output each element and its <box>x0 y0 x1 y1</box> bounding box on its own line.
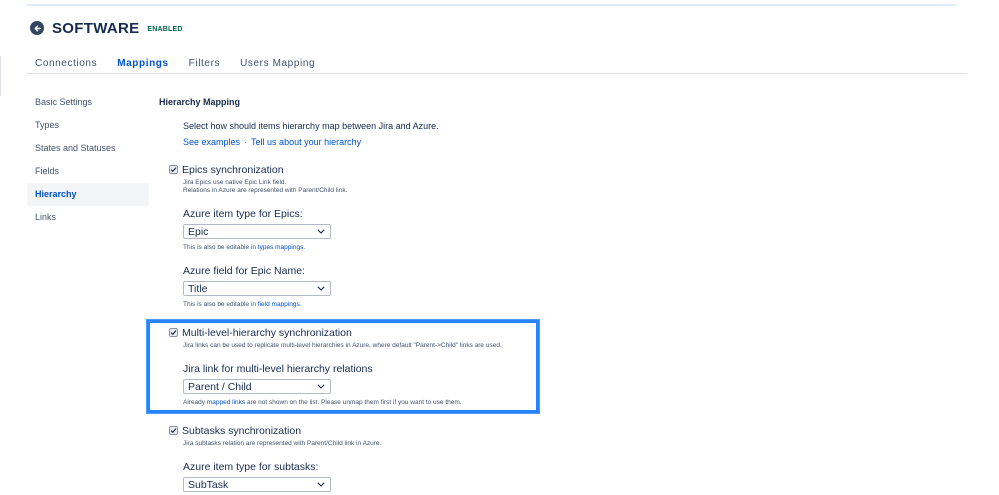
multilevel-link-note: Already mapped links are not shown on th… <box>183 399 462 407</box>
epic-name-field-select[interactable]: Title <box>183 281 331 296</box>
tab-filters[interactable]: Filters <box>181 58 228 73</box>
subtasks-item-type-label: Azure item type for subtasks: <box>183 461 319 473</box>
back-button[interactable] <box>30 21 44 35</box>
subtasks-sync-title: Subtasks synchronization <box>182 425 302 437</box>
see-examples-link[interactable]: See examples <box>183 137 240 147</box>
sidebar: Basic Settings Types States and Statuses… <box>27 91 149 229</box>
chevron-down-icon <box>317 229 325 234</box>
subtasks-item-type-select[interactable]: SubTask <box>183 477 331 492</box>
sidebar-item-states-and-statuses[interactable]: States and Statuses <box>27 137 149 160</box>
epic-name-field-value: Title <box>188 282 208 295</box>
chevron-down-icon <box>317 286 325 291</box>
epic-name-field-label: Azure field for Epic Name: <box>183 265 305 277</box>
chevron-down-icon <box>317 482 325 487</box>
sidebar-item-hierarchy[interactable]: Hierarchy <box>27 183 149 206</box>
intro-text: Select how should items hierarchy map be… <box>183 121 439 131</box>
epics-item-type-note: This is also be editable in types mappin… <box>183 244 305 252</box>
types-mappings-link[interactable]: types mappings. <box>258 244 305 251</box>
tab-users-mapping[interactable]: Users Mapping <box>232 58 323 73</box>
sidebar-item-fields[interactable]: Fields <box>27 160 149 183</box>
epics-item-type-value: Epic <box>188 225 209 238</box>
note-text: are not shown on the list. Please unmap … <box>245 399 462 406</box>
subtasks-item-type-value: SubTask <box>188 478 229 491</box>
tell-us-link[interactable]: Tell us about your hierarchy <box>251 137 361 147</box>
left-edge-marker <box>0 56 1 96</box>
arrow-left-icon <box>34 25 41 31</box>
epics-sync-checkbox[interactable] <box>169 165 178 174</box>
epics-sync-desc-1: Jira Epics use native Epic Link field. <box>183 179 287 186</box>
link-separator: · <box>244 137 248 147</box>
checkmark-icon <box>170 428 177 434</box>
status-badge: ENABLED <box>147 25 183 33</box>
field-mappings-link[interactable]: field mappings. <box>258 301 302 308</box>
chevron-down-icon <box>317 384 325 389</box>
tab-connections[interactable]: Connections <box>27 58 105 73</box>
note-text: Already <box>183 399 207 406</box>
tab-bar: Connections Mappings Filters Users Mappi… <box>27 58 967 74</box>
checkmark-icon <box>170 167 177 173</box>
section-title: Hierarchy Mapping <box>159 97 241 107</box>
epics-sync-title: Epics synchronization <box>182 164 284 176</box>
tab-mappings[interactable]: Mappings <box>109 58 176 73</box>
multilevel-link-select[interactable]: Parent / Child <box>183 379 331 394</box>
subtasks-sync-checkbox[interactable] <box>169 426 178 435</box>
page-header: SOFTWARE ENABLED <box>30 18 183 38</box>
epics-sync-desc-2: Relations in Azure are represented with … <box>183 187 348 194</box>
sidebar-item-basic-settings[interactable]: Basic Settings <box>27 91 149 114</box>
note-text: This is also be editable in <box>183 244 258 251</box>
sidebar-item-links[interactable]: Links <box>27 206 149 229</box>
note-text: This is also be editable in <box>183 301 258 308</box>
multilevel-sync-title: Multi-level-hierarchy synchronization <box>182 327 352 339</box>
mapped-links-link[interactable]: mapped links <box>207 399 245 406</box>
help-links: See examples · Tell us about your hierarch… <box>183 137 361 147</box>
epics-item-type-select[interactable]: Epic <box>183 224 331 239</box>
sidebar-item-types[interactable]: Types <box>27 114 149 137</box>
app-title: SOFTWARE <box>52 19 140 37</box>
multilevel-link-label: Jira link for multi-level hierarchy rela… <box>183 363 373 375</box>
multilevel-sync-checkbox[interactable] <box>169 328 178 337</box>
multilevel-sync-desc: Jira links can be used to replicate mult… <box>183 342 502 349</box>
top-divider <box>27 4 956 6</box>
epics-item-type-label: Azure item type for Epics: <box>183 208 303 220</box>
checkmark-icon <box>170 330 177 336</box>
subtasks-sync-desc: Jira subtasks relation are represented w… <box>183 440 382 447</box>
epic-name-field-note: This is also be editable in field mappin… <box>183 301 302 309</box>
multilevel-link-value: Parent / Child <box>188 380 252 393</box>
